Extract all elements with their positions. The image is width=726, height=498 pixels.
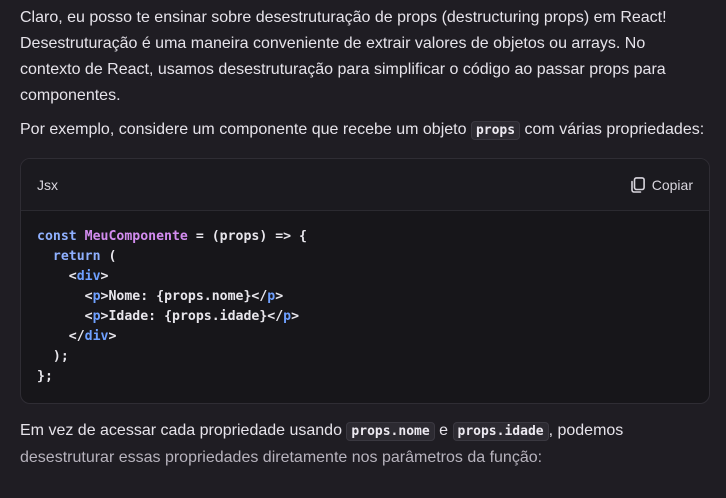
paragraph-text: , podemos bbox=[548, 422, 624, 439]
code-text: >Nome: {props.nome}</ bbox=[100, 289, 268, 304]
code-text: > bbox=[100, 269, 109, 284]
copy-code-button[interactable]: Copiar bbox=[630, 176, 693, 193]
code-text: < bbox=[84, 289, 93, 304]
paragraph-intro: Claro, eu posso te ensinar sobre desestr… bbox=[20, 9, 667, 104]
code-keyword: return bbox=[52, 249, 101, 264]
code-tag: p bbox=[283, 309, 292, 324]
code-text: < bbox=[84, 309, 93, 324]
inline-code-props-idade: props.idade bbox=[452, 422, 549, 441]
inline-code-props-nome: props.nome bbox=[346, 422, 435, 441]
code-text: ); bbox=[52, 349, 69, 364]
code-text: > bbox=[275, 289, 284, 304]
code-text: ( bbox=[100, 249, 117, 264]
code-text: = (props) => { bbox=[187, 229, 307, 244]
code-block: Jsx Copiar const MeuComponente = (props)… bbox=[20, 158, 710, 404]
code-text: > bbox=[291, 309, 300, 324]
paragraph-text: e bbox=[434, 422, 453, 439]
code-content: const MeuComponente = (props) => { retur… bbox=[21, 211, 709, 403]
paragraph-text: Por exemplo, considere um componente que… bbox=[20, 121, 471, 138]
code-tag: p bbox=[92, 309, 101, 324]
paragraph-text: com várias propriedades: bbox=[520, 121, 705, 138]
code-block-header: Jsx Copiar bbox=[21, 159, 709, 211]
paragraph-example: Por exemplo, considere um componente que… bbox=[20, 117, 710, 144]
code-text: </ bbox=[68, 329, 85, 344]
code-identifier: MeuComponente bbox=[84, 229, 188, 244]
paragraph-text: desestruturar essas propriedades diretam… bbox=[20, 449, 543, 466]
paragraph-destructure: Em vez de acessar cada propriedade usand… bbox=[20, 418, 710, 471]
paragraph-text: Em vez de acessar cada propriedade usand… bbox=[20, 422, 347, 439]
copy-label: Copiar bbox=[651, 176, 693, 193]
code-text: < bbox=[68, 269, 77, 284]
message-content: Claro, eu posso te ensinar sobre desestr… bbox=[20, 5, 710, 471]
code-text: > bbox=[108, 329, 117, 344]
code-tag: div bbox=[84, 329, 109, 344]
code-language-label: Jsx bbox=[37, 176, 58, 193]
code-text: }; bbox=[37, 369, 53, 384]
code-text: >Idade: {props.idade}</ bbox=[100, 309, 284, 324]
code-keyword: const bbox=[37, 229, 77, 244]
inline-code-props: props bbox=[470, 121, 521, 140]
code-tag: div bbox=[76, 269, 101, 284]
copy-icon bbox=[630, 176, 645, 193]
code-tag: p bbox=[92, 289, 101, 304]
